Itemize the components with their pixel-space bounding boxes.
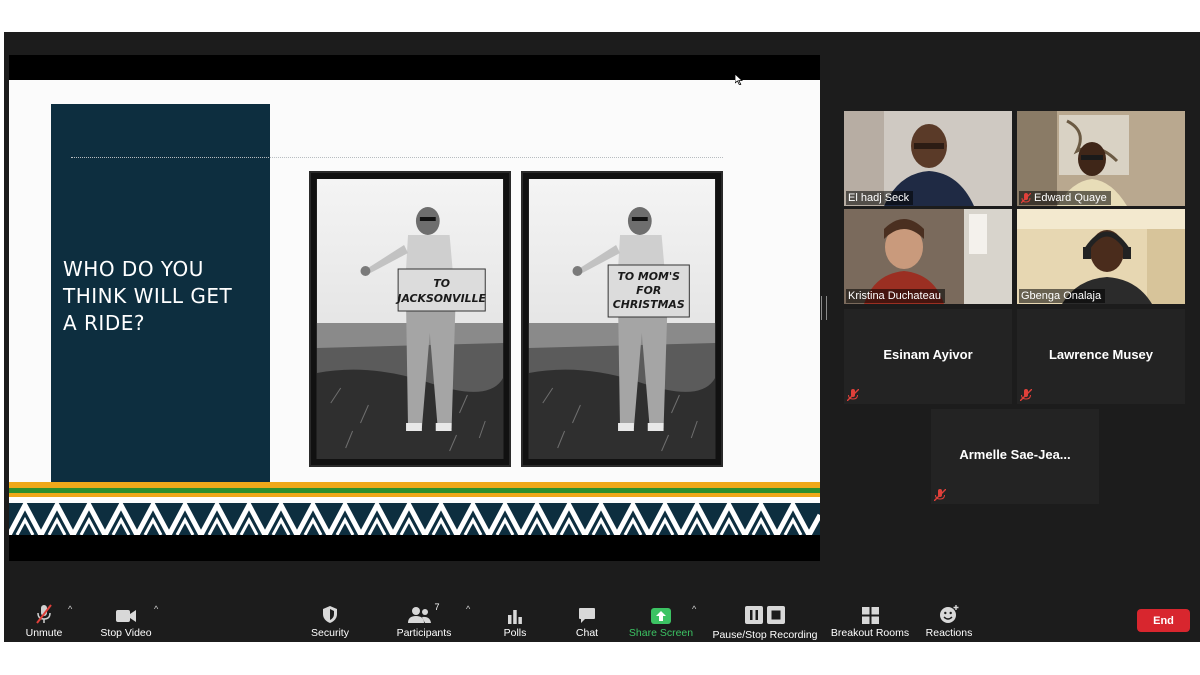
sign-left-line-2: JACKSONVILLE [395,292,486,305]
video-camera-icon [116,610,136,622]
breakout-rooms-grid-icon [861,607,879,624]
participants-count: 7 [434,602,440,612]
zoom-meeting-window: WHO DO YOU THINK WILL GET A RIDE? TO JAC… [4,32,1200,642]
muted-mic-icon [1020,389,1032,401]
muted-mic-icon [36,604,52,624]
smiley-plus-icon [940,605,959,623]
muted-mic-icon [847,389,859,401]
reactions-button[interactable]: Reactions [924,600,974,642]
participants-icon [408,607,432,623]
participant-name-label: Edward Quaye [1019,191,1111,205]
participant-name: Armelle Sae-Jea... [959,447,1071,462]
participant-name: Esinam Ayivor [883,347,973,362]
shared-screen-area: WHO DO YOU THINK WILL GET A RIDE? TO JAC… [9,55,820,561]
sign-right-line-1: TO MOM'S [617,270,680,283]
pause-icon [745,606,763,624]
audio-options-caret[interactable]: ^ [68,604,72,614]
slide-decorative-border [9,482,820,535]
share-screen-arrow-icon [651,608,671,624]
share-options-caret[interactable]: ^ [692,604,696,614]
participant-tile[interactable]: Kristina Duchateau [844,209,1012,304]
hitchhiker-photo-christmas: TO MOM'S FOR CHRISTMAS [521,171,723,467]
shield-icon [323,606,337,623]
participants-options-caret[interactable]: ^ [466,604,470,614]
participant-name: Lawrence Musey [1048,347,1154,362]
muted-mic-icon [1021,192,1031,203]
slide-title: WHO DO YOU THINK WILL GET A RIDE? [63,257,233,335]
participant-tile[interactable]: El hadj Seck [844,111,1012,206]
sign-left-line-1: TO [433,277,450,290]
participant-name-label: Kristina Duchateau [846,289,945,303]
polls-button[interactable]: Polls [498,600,532,642]
mouse-cursor-icon [735,74,743,85]
participants-button[interactable]: 7 Participants [392,600,456,642]
stop-video-button[interactable]: Stop Video [96,600,156,642]
unmute-button[interactable]: Unmute [22,600,66,642]
security-button[interactable]: Security [306,600,354,642]
chat-bubble-icon [579,608,595,623]
stop-icon [767,606,785,624]
share-screen-button[interactable]: Share Screen [628,600,694,642]
participant-tile[interactable]: Armelle Sae-Jea... [931,409,1099,504]
view-resize-handle[interactable] [821,296,827,320]
participant-tile-active-speaker[interactable]: Gbenga Onalaja [1017,209,1185,304]
participant-tile[interactable]: Edward Quaye [1017,111,1185,206]
chat-button[interactable]: Chat [570,600,604,642]
slide-title-panel: WHO DO YOU THINK WILL GET A RIDE? [51,104,270,484]
presentation-slide: WHO DO YOU THINK WILL GET A RIDE? TO JAC… [9,80,820,535]
sign-right-line-3: CHRISTMAS [613,298,685,311]
participant-name-label: El hadj Seck [846,191,914,205]
meeting-toolbar: Unmute ^ Stop Video ^ Security 7 Partici… [4,600,1200,642]
bar-chart-icon [508,610,522,624]
muted-mic-icon [934,489,946,501]
slide-dotted-divider [71,157,723,158]
end-meeting-button[interactable]: End [1137,609,1190,632]
participant-tile[interactable]: Lawrence Musey [1017,309,1185,404]
sign-right-line-2: FOR [636,284,661,297]
participant-tile[interactable]: Esinam Ayivor [844,309,1012,404]
participant-name-label: Gbenga Onalaja [1019,289,1106,303]
breakout-rooms-button[interactable]: Breakout Rooms [830,600,910,642]
hitchhiker-photo-jacksonville: TO JACKSONVILLE [309,171,511,467]
pause-stop-recording-button[interactable]: Pause/Stop Recording [710,600,820,642]
video-options-caret[interactable]: ^ [154,604,158,614]
